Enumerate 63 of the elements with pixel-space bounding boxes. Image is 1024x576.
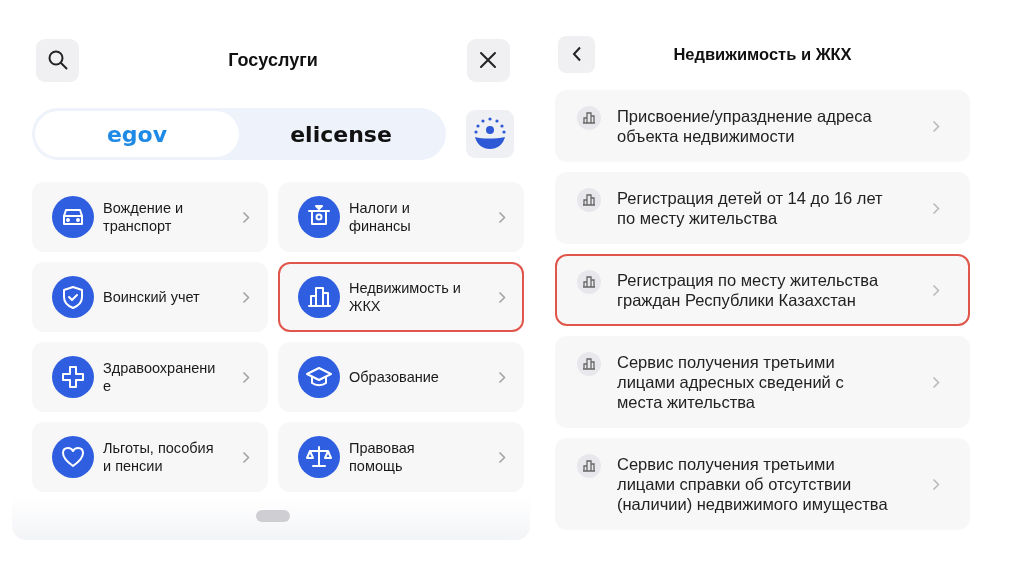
building-icon (577, 352, 601, 376)
cross-icon (52, 356, 94, 398)
shield-icon (52, 276, 94, 318)
building-icon (577, 454, 601, 478)
car-icon (52, 196, 94, 238)
page-indicator (256, 510, 290, 522)
close-icon (479, 51, 498, 69)
service-card[interactable]: Регистрация по месту жительства граждан Республики Казахстан (555, 254, 970, 326)
graduation-cap-icon (298, 356, 340, 398)
building-icon (298, 276, 340, 318)
category-label: Правовая помощь (349, 439, 416, 475)
category-card[interactable]: Налоги и финансы (278, 182, 524, 252)
chevron-right-icon (242, 370, 250, 384)
category-label: Вождение и транспорт (103, 199, 185, 235)
chevron-right-icon (242, 290, 250, 304)
screen-title: Госуслуги (228, 49, 318, 71)
category-card[interactable]: Вождение и транспорт (32, 182, 268, 252)
chevron-right-icon (932, 201, 940, 215)
back-button[interactable] (558, 35, 595, 73)
category-card[interactable]: Недвижимость и ЖКХ (278, 262, 524, 332)
service-label: Регистрация по месту жительства граждан Республики Казахстан (617, 270, 880, 310)
back-icon (571, 46, 582, 62)
building-icon (577, 106, 601, 130)
close-button[interactable] (467, 38, 510, 82)
chevron-right-icon (932, 375, 940, 389)
chevron-right-icon (932, 119, 940, 133)
service-card[interactable]: Сервис получения третьими лицами справки об отсутствии (наличии) недвижимого имущества (555, 438, 970, 530)
category-card[interactable]: Воинский учет (32, 262, 268, 332)
register-icon (298, 196, 340, 238)
chevron-right-icon (932, 283, 940, 297)
service-label: Присвоение/упразднение адреса объекта недвижимости (617, 106, 873, 146)
service-card[interactable]: Присвоение/упразднение адреса объекта недвижимости (555, 90, 970, 162)
category-card[interactable]: Образование (278, 342, 524, 412)
service-card[interactable]: Регистрация детей от 14 до 16 лет по месту жительства (555, 172, 970, 244)
category-label: Образование (349, 368, 440, 386)
chevron-right-icon (498, 370, 506, 384)
chevron-right-icon (242, 450, 250, 464)
category-card[interactable]: Льготы, пособия и пенсии (32, 422, 268, 492)
chevron-right-icon (498, 210, 506, 224)
logo-button[interactable] (466, 110, 514, 158)
category-label: Здравоохранени е (103, 359, 217, 395)
service-card[interactable]: Сервис получения третьими лицами адресных сведений с места жительства (555, 336, 970, 428)
category-label: Налоги и финансы (349, 199, 412, 235)
building-icon (577, 270, 601, 294)
category-card[interactable]: Правовая помощь (278, 422, 524, 492)
scales-icon (298, 436, 340, 478)
chevron-right-icon (932, 477, 940, 491)
portal-tab[interactable]: elicense (239, 111, 443, 157)
category-label: Недвижимость и ЖКХ (349, 279, 462, 315)
chevron-right-icon (498, 450, 506, 464)
portal-tab[interactable]: egov (35, 111, 239, 157)
chevron-right-icon (498, 290, 506, 304)
service-label: Сервис получения третьими лицами адресных сведений с места жительства (617, 352, 845, 412)
chevron-right-icon (242, 210, 250, 224)
building-icon (577, 188, 601, 212)
service-label: Регистрация детей от 14 до 16 лет по месту жительства (617, 188, 884, 228)
service-label: Сервис получения третьими лицами справки об отсутствии (наличии) недвижимого имущества (617, 454, 889, 514)
category-label: Воинский учет (103, 288, 201, 306)
category-label: Льготы, пособия и пенсии (103, 439, 215, 475)
search-button[interactable] (36, 38, 79, 82)
search-icon (46, 49, 69, 71)
category-card[interactable]: Здравоохранени е (32, 342, 268, 412)
screen-title: Недвижимость и ЖКХ (672, 44, 853, 64)
